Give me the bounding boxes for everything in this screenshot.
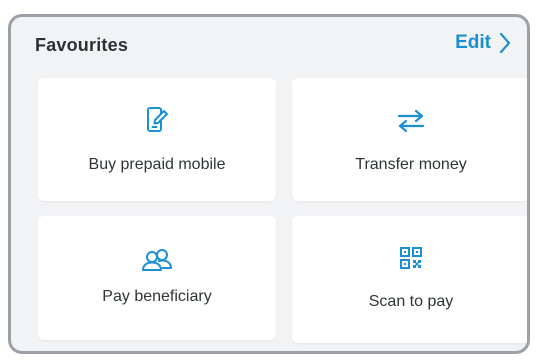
mobile-edit-icon [147,107,168,132]
transfer-arrows-icon [397,109,425,133]
favourite-scan-to-pay[interactable]: Scan to pay [292,216,527,343]
favourites-panel: Favourites Edit Buy prepaid mobile Trans… [8,14,530,354]
edit-label: Edit [455,32,491,53]
favourite-label: Scan to pay [368,293,454,310]
favourites-title: Favourites [35,35,129,55]
people-icon [142,249,172,271]
favourite-label: Pay beneficiary [102,288,212,305]
favourite-buy-prepaid-mobile[interactable]: Buy prepaid mobile [38,78,276,201]
edit-button[interactable]: Edit [455,32,511,54]
favourite-label: Buy prepaid mobile [88,156,226,173]
favourite-transfer-money[interactable]: Transfer money [292,78,527,201]
qr-code-icon [400,247,422,269]
favourite-label: Transfer money [355,156,467,173]
favourite-pay-beneficiary[interactable]: Pay beneficiary [38,216,276,340]
favourites-header: Favourites Edit [11,17,527,75]
chevron-right-icon [499,32,511,54]
